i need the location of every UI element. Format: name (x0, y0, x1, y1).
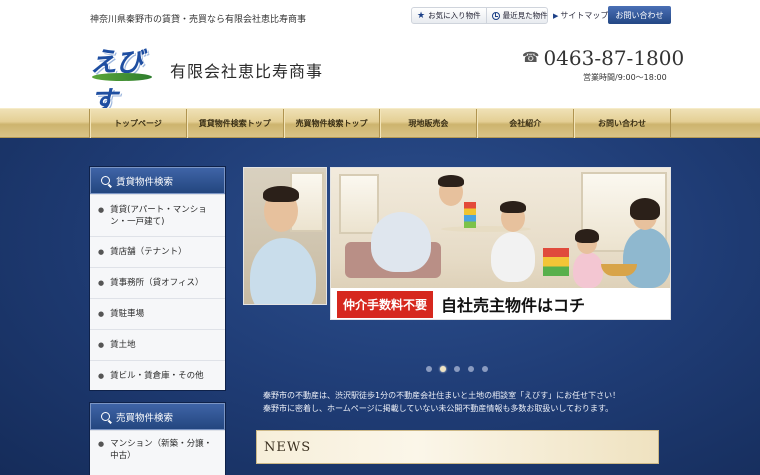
sidebar-item-rent-building[interactable]: ● 賃ビル・賃倉庫・その他 (90, 360, 225, 391)
clock-icon (491, 11, 500, 20)
bullet-icon: ● (98, 279, 105, 287)
search-icon (101, 412, 110, 421)
photo-toy-stack (543, 248, 569, 276)
slider-dot[interactable] (468, 366, 474, 372)
utility-links: ★ お気に入り物件 最近見た物件 (411, 7, 548, 24)
promo-badge-no-fee: 仲介手数料不要 (337, 290, 434, 318)
arrow-right-icon: ▶ (553, 11, 559, 20)
search-icon (101, 176, 110, 185)
bullet-icon: ● (98, 341, 105, 349)
site-tagline: 神奈川県秦野市の賃貸・売買なら有限会社恵比寿商事 (90, 15, 307, 25)
favorites-label: お気に入り物件 (428, 11, 481, 20)
news-section-header: NEWS (256, 430, 659, 464)
nav-item-contact[interactable]: お問い合わせ (573, 109, 671, 138)
recent-label: 最近見た物件 (502, 11, 548, 20)
sidebar-rent-search: 賃貸物件検索 ● 賃貸(アパート・マンション・一戸建て) ● 賃店舗（テナント）… (89, 166, 226, 391)
photo-girl (573, 252, 603, 288)
slider-dot-active[interactable] (440, 366, 446, 372)
contact-button[interactable]: お問い合わせ (608, 6, 671, 24)
photo-window (339, 174, 379, 234)
intro-text: 秦野市の不動産は、渋沢駅徒歩1分の不動産会社住まいと土地の相談室「えびす」にお任… (263, 389, 673, 415)
star-icon: ★ (417, 10, 426, 21)
recent-viewed-link[interactable]: 最近見た物件 (485, 8, 553, 23)
slider-dot[interactable] (454, 366, 460, 372)
bullet-icon: ● (98, 440, 105, 448)
slider-dot[interactable] (482, 366, 488, 372)
bullet-icon: ● (98, 206, 105, 214)
sidebar-sale-search: 売買物件検索 ● マンション（新築・分譲・中古） (89, 402, 226, 475)
photo-father-hair (438, 175, 464, 187)
sidebar-sale-header[interactable]: 売買物件検索 (90, 403, 225, 430)
site-header: 神奈川県秦野市の賃貸・売買なら有限会社恵比寿商事 ★ お気に入り物件 最近見た物… (0, 0, 760, 117)
sidebar-item-label: 賃ビル・賃倉庫・その他 (110, 371, 204, 381)
bullet-icon: ● (98, 372, 105, 380)
business-hours: 営業時間/9:00～18:00 (583, 73, 667, 82)
bullet-icon: ● (98, 310, 105, 318)
promo-text-own-property: 自社売主物件はコチ (441, 296, 586, 315)
sidebar-item-rent-office[interactable]: ● 賃事務所（貸オフィス） (90, 267, 225, 298)
company-logo[interactable]: えびす (90, 44, 160, 117)
photo-man-hair (263, 186, 299, 202)
hero-slider[interactable]: 仲介手数料不要 自社売主物件はコチ (243, 167, 671, 320)
phone-text: 0463-87-1800 (543, 46, 685, 70)
sidebar-item-label: 賃貸(アパート・マンション・一戸建て) (110, 205, 207, 227)
sidebar-item-rent-land[interactable]: ● 賃土地 (90, 329, 225, 360)
photo-girl-hair (575, 229, 599, 243)
intro-line-2: 秦野市に密着し、ホームページに掲載していない未公開不動産情報も多数お取扱いしてお… (263, 404, 614, 413)
bullet-icon: ● (98, 248, 105, 256)
sidebar-item-label: 賃事務所（貸オフィス） (110, 278, 204, 288)
company-name: 有限会社恵比寿商事 (170, 62, 324, 81)
nav-item-open-house[interactable]: 現地販売会 (379, 109, 476, 138)
sidebar-item-sale-condo[interactable]: ● マンション（新築・分譲・中古） (90, 430, 225, 468)
sidebar-item-label: 賃駐車場 (110, 309, 145, 319)
logo-wave (92, 73, 152, 81)
sitemap-label: サイトマップ (560, 11, 609, 20)
photo-boy-hair (500, 201, 526, 213)
sidebar-rent-header[interactable]: 賃貸物件検索 (90, 167, 225, 194)
hero-current-slide[interactable]: 仲介手数料不要 自社売主物件はコチ (330, 167, 671, 320)
sidebar-item-rent-store[interactable]: ● 賃店舗（テナント） (90, 236, 225, 267)
sidebar-item-rent-parking[interactable]: ● 賃駐車場 (90, 298, 225, 329)
slider-dot[interactable] (426, 366, 432, 372)
phone-number: ☎ 0463-87-1800 (522, 46, 684, 70)
nav-item-company[interactable]: 会社紹介 (476, 109, 573, 138)
photo-mother-hair (630, 198, 660, 220)
favorites-link[interactable]: ★ お気に入り物件 (412, 8, 486, 23)
sidebar-item-label: 賃店舗（テナント） (110, 247, 187, 257)
photo-man-shirt (250, 238, 316, 304)
photo-father (371, 212, 431, 272)
main-content: 賃貸物件検索 ● 賃貸(アパート・マンション・一戸建て) ● 賃店舗（テナント）… (0, 138, 760, 475)
promo-banner[interactable]: 仲介手数料不要 自社売主物件はコチ (331, 288, 670, 319)
sitemap-link[interactable]: ▶ サイトマップ (553, 10, 608, 21)
sidebar-sale-title: 売買物件検索 (116, 412, 174, 424)
intro-line-1: 秦野市の不動産は、渋沢駅徒歩1分の不動産会社住まいと土地の相談室「えびす」にお任… (263, 391, 621, 400)
sidebar-item-label: 賃土地 (110, 340, 136, 350)
hero-prev-slide-photo[interactable] (243, 167, 327, 305)
photo-boy (491, 232, 535, 282)
photo-block-tower (464, 202, 476, 228)
sidebar-item-rent-residential[interactable]: ● 賃貸(アパート・マンション・一戸建て) (90, 194, 225, 236)
news-title: NEWS (264, 440, 312, 455)
nav-item-sale-search[interactable]: 売買物件検索トップ (282, 109, 380, 138)
sidebar-rent-title: 賃貸物件検索 (116, 176, 174, 188)
slider-pagination (426, 366, 488, 372)
nav-item-top[interactable]: トップページ (89, 109, 186, 138)
phone-icon: ☎ (522, 50, 540, 66)
sidebar-item-label: マンション（新築・分譲・中古） (110, 439, 213, 461)
global-nav: トップページ 賃貸物件検索トップ 売買物件検索トップ 現地販売会 会社紹介 お問… (0, 108, 760, 138)
photo-mother (623, 228, 670, 288)
nav-item-rent-search[interactable]: 賃貸物件検索トップ (185, 109, 283, 138)
